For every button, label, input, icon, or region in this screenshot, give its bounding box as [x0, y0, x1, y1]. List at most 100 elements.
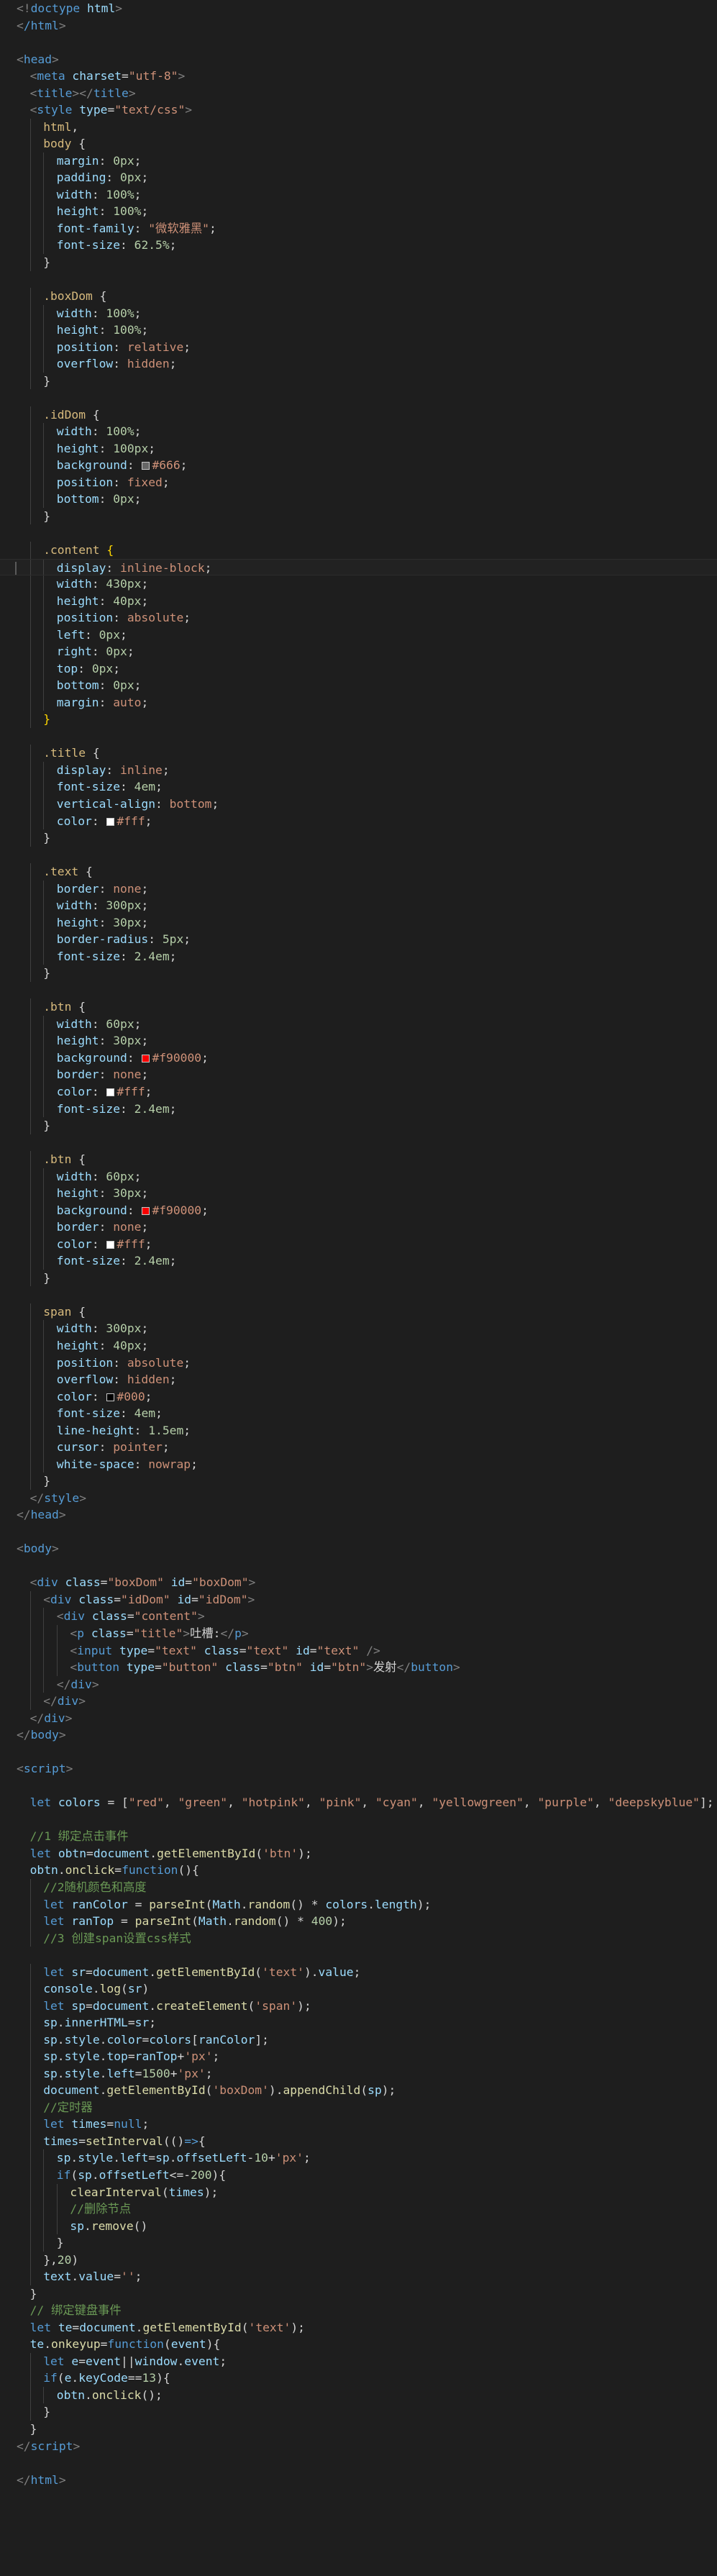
- code-line[interactable]: sp.style.left=sp.offsetLeft-10+'px';: [0, 2149, 717, 2167]
- code-line[interactable]: position: relative;: [0, 338, 717, 356]
- code-line[interactable]: border-radius: 5px;: [0, 931, 717, 948]
- code-line[interactable]: .boxDom {: [0, 288, 717, 305]
- color-swatch-icon[interactable]: [106, 1088, 115, 1096]
- code-line[interactable]: <div class="boxDom" id="boxDom">: [0, 1574, 717, 1591]
- code-line[interactable]: background: #666;: [0, 457, 717, 474]
- code-line[interactable]: bottom: 0px;: [0, 491, 717, 508]
- code-line[interactable]: document.getElementById('boxDom').append…: [0, 2082, 717, 2099]
- code-line[interactable]: border: none;: [0, 880, 717, 898]
- code-line[interactable]: [0, 524, 717, 542]
- code-line[interactable]: font-size: 2.4em;: [0, 1100, 717, 1118]
- code-line[interactable]: let sr=document.getElementById('text').v…: [0, 1963, 717, 1981]
- code-line[interactable]: let obtn=document.getElementById('btn');: [0, 1845, 717, 1862]
- code-line[interactable]: if(sp.offsetLeft<=-200){: [0, 2167, 717, 2184]
- color-swatch-icon[interactable]: [142, 462, 150, 470]
- code-line[interactable]: [0, 1134, 717, 1152]
- code-line[interactable]: }: [0, 965, 717, 982]
- code-line[interactable]: html,: [0, 118, 717, 136]
- code-line[interactable]: <style type="text/css">: [0, 101, 717, 119]
- color-swatch-icon[interactable]: [106, 1240, 115, 1249]
- code-line[interactable]: width: 60px;: [0, 1015, 717, 1033]
- code-line[interactable]: font-family: "微软雅黑";: [0, 219, 717, 237]
- code-line[interactable]: <body>: [0, 1540, 717, 1557]
- code-line[interactable]: }: [0, 253, 717, 271]
- code-line[interactable]: //3 创建span设置css样式: [0, 1929, 717, 1947]
- code-line[interactable]: height: 30px;: [0, 914, 717, 932]
- code-line[interactable]: clearInterval(times);: [0, 2183, 717, 2201]
- code-line[interactable]: sp.style.top=ranTop+'px';: [0, 2048, 717, 2065]
- code-line[interactable]: margin: 0px;: [0, 152, 717, 170]
- code-line[interactable]: }: [0, 507, 717, 525]
- code-line[interactable]: [0, 847, 717, 864]
- code-line[interactable]: [0, 1744, 717, 1761]
- color-swatch-icon[interactable]: [106, 817, 115, 826]
- code-line[interactable]: height: 100px;: [0, 440, 717, 458]
- code-line[interactable]: <input type="text" class="text" id="text…: [0, 1642, 717, 1660]
- code-line[interactable]: <title></title>: [0, 85, 717, 102]
- code-line[interactable]: color: #fff;: [0, 1235, 717, 1253]
- code-line[interactable]: color: #000;: [0, 1388, 717, 1406]
- code-line[interactable]: display: inline;: [0, 761, 717, 779]
- code-line[interactable]: width: 300px;: [0, 897, 717, 914]
- code-line[interactable]: [0, 389, 717, 406]
- code-line[interactable]: let ranTop = parseInt(Math.random() * 40…: [0, 1913, 717, 1930]
- code-line[interactable]: height: 30px;: [0, 1032, 717, 1050]
- code-line[interactable]: left: 0px;: [0, 626, 717, 644]
- code-line[interactable]: .title {: [0, 745, 717, 762]
- code-line[interactable]: height: 40px;: [0, 1337, 717, 1355]
- code-line[interactable]: <!doctype html>: [0, 0, 717, 17]
- code-line[interactable]: sp.remove(): [0, 2217, 717, 2235]
- code-line[interactable]: width: 100%;: [0, 304, 717, 322]
- code-line[interactable]: <p class="title">吐槽:</p>: [0, 1625, 717, 1642]
- code-line[interactable]: let ranColor = parseInt(Math.random() * …: [0, 1895, 717, 1913]
- code-line[interactable]: </script>: [0, 2438, 717, 2455]
- code-line[interactable]: </body>: [0, 1726, 717, 1744]
- color-swatch-icon[interactable]: [142, 1054, 150, 1062]
- code-line[interactable]: position: absolute;: [0, 1354, 717, 1372]
- code-line[interactable]: height: 40px;: [0, 592, 717, 610]
- code-line[interactable]: }: [0, 2403, 717, 2421]
- color-swatch-icon[interactable]: [142, 1206, 150, 1215]
- code-line[interactable]: },20): [0, 2251, 717, 2269]
- code-line[interactable]: width: 430px;: [0, 575, 717, 593]
- code-line[interactable]: position: absolute;: [0, 609, 717, 627]
- code-line[interactable]: font-size: 2.4em;: [0, 1252, 717, 1270]
- code-line[interactable]: [0, 1524, 717, 1541]
- code-line[interactable]: span {: [0, 1303, 717, 1321]
- code-line[interactable]: let times=null;: [0, 2116, 717, 2133]
- code-line[interactable]: text.value='';: [0, 2268, 717, 2285]
- code-line[interactable]: // 绑定键盘事件: [0, 2302, 717, 2319]
- code-line[interactable]: top: 0px;: [0, 660, 717, 678]
- code-line[interactable]: color: #fff;: [0, 812, 717, 830]
- code-line[interactable]: background: #f90000;: [0, 1201, 717, 1219]
- code-line[interactable]: </div>: [0, 1710, 717, 1727]
- code-line[interactable]: white-space: nowrap;: [0, 1455, 717, 1473]
- code-line[interactable]: }: [0, 1117, 717, 1134]
- code-line[interactable]: }: [0, 2285, 717, 2303]
- code-line[interactable]: //删除节点: [0, 2200, 717, 2218]
- code-line[interactable]: </style>: [0, 1490, 717, 1507]
- code-line[interactable]: }: [0, 829, 717, 847]
- code-line[interactable]: .btn {: [0, 998, 717, 1016]
- code-line[interactable]: times=setInterval(()=>{: [0, 2132, 717, 2150]
- code-line[interactable]: sp.style.left=1500+'px';: [0, 2065, 717, 2083]
- code-line[interactable]: padding: 0px;: [0, 169, 717, 186]
- code-line[interactable]: width: 100%;: [0, 186, 717, 204]
- code-line[interactable]: <button type="button" class="btn" id="bt…: [0, 1659, 717, 1676]
- code-line[interactable]: <div class="idDom" id="idDom">: [0, 1590, 717, 1608]
- code-line[interactable]: height: 30px;: [0, 1185, 717, 1202]
- code-line[interactable]: width: 60px;: [0, 1168, 717, 1185]
- code-line[interactable]: let te=document.getElementById('text');: [0, 2319, 717, 2336]
- code-line[interactable]: margin: auto;: [0, 693, 717, 711]
- code-line[interactable]: </div>: [0, 1675, 717, 1693]
- code-line[interactable]: position: fixed;: [0, 473, 717, 491]
- code-line[interactable]: right: 0px;: [0, 643, 717, 660]
- code-line[interactable]: [0, 728, 717, 745]
- code-line[interactable]: let colors = ["red", "green", "hotpink",…: [0, 1794, 717, 1811]
- code-line[interactable]: obtn.onclick=function(){: [0, 1862, 717, 1879]
- code-line[interactable]: </html>: [0, 2472, 717, 2489]
- code-line[interactable]: <div class="content">: [0, 1608, 717, 1625]
- code-line[interactable]: </div>: [0, 1693, 717, 1710]
- code-line[interactable]: }: [0, 372, 717, 390]
- code-line[interactable]: te.onkeyup=function(event){: [0, 2336, 717, 2353]
